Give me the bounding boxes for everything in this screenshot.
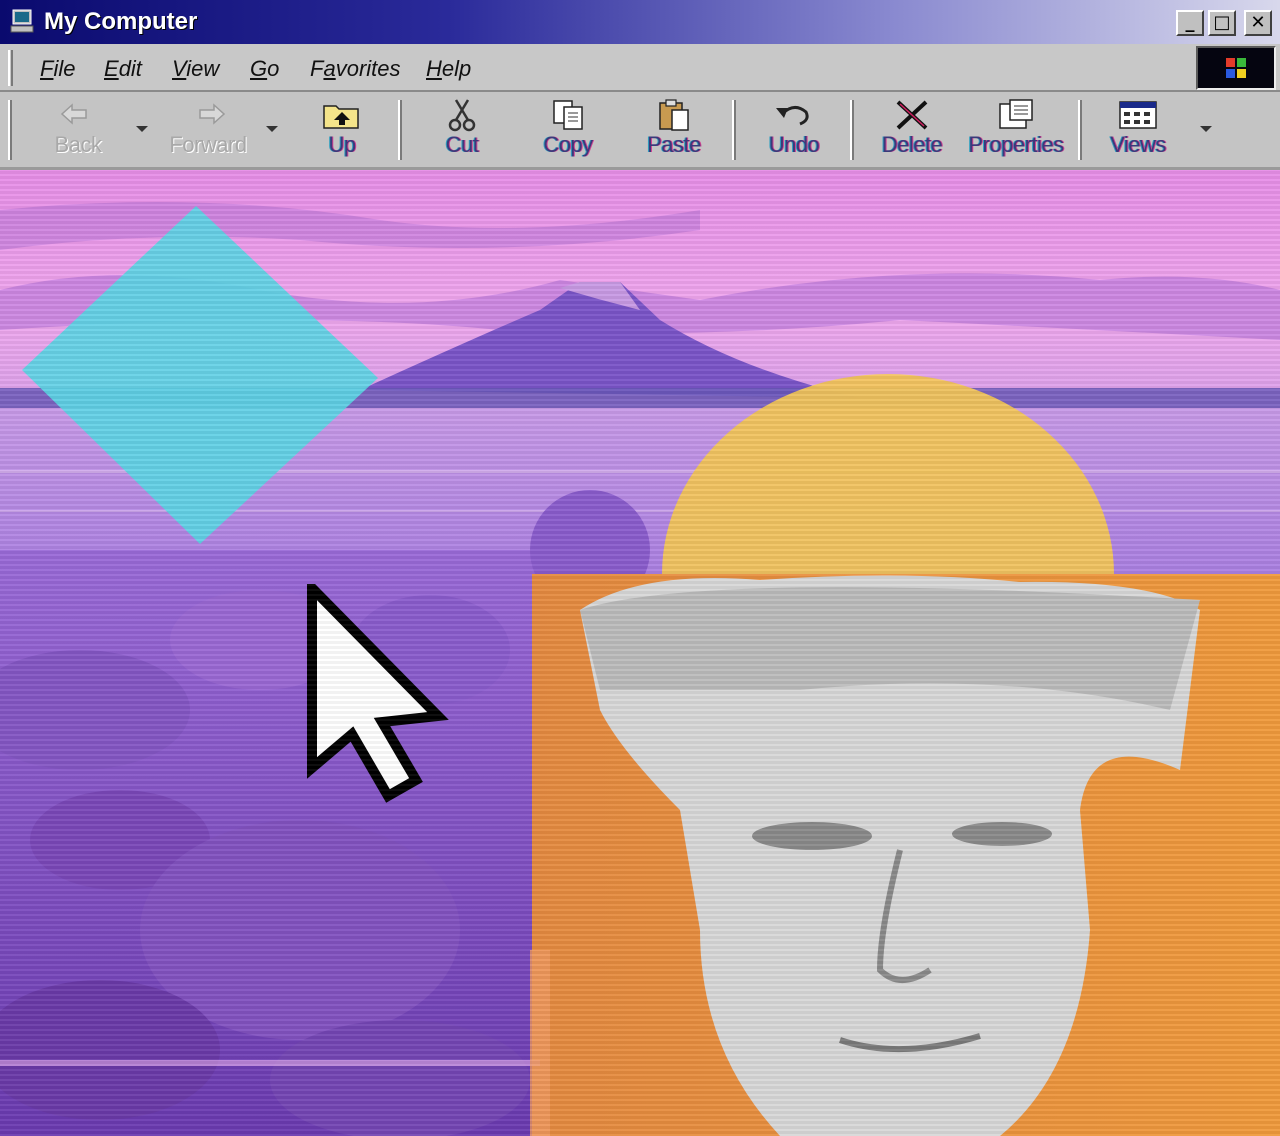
undo-label: Undo (768, 132, 820, 157)
toolbar-separator (1078, 100, 1082, 160)
maximize-button[interactable]: □ (1208, 10, 1236, 36)
computer-icon (10, 9, 34, 33)
menu-edit-rest: dit (118, 56, 142, 81)
forward-arrow-icon (199, 103, 226, 125)
views-button[interactable]: Views (1090, 98, 1186, 164)
menu-favorites[interactable]: Favorites (310, 56, 401, 82)
back-button[interactable]: Back (30, 98, 126, 164)
back-label: Back (54, 132, 102, 157)
maximize-icon: □ (1213, 12, 1231, 33)
cut-button[interactable]: Cut (414, 98, 510, 164)
forward-label: Forward (169, 132, 247, 157)
back-arrow-icon (60, 103, 87, 125)
scissors-icon (448, 99, 476, 132)
up-folder-icon (323, 105, 359, 129)
vaporwave-background (0, 170, 1280, 1136)
undo-icon (776, 106, 809, 126)
toolbar: Back Forward Up Cut Copy Paste Undo Dele… (0, 92, 1280, 170)
menu-go[interactable]: Go (250, 56, 279, 82)
menu-help-mnemonic: H (426, 56, 442, 81)
windows-logo-icon (1226, 58, 1246, 78)
undo-button[interactable]: Undo (746, 98, 842, 164)
up-label: Up (328, 132, 356, 157)
copy-button[interactable]: Copy (520, 98, 616, 164)
delete-x-icon (896, 100, 928, 130)
views-icon (1119, 101, 1157, 129)
menu-help-rest: elp (441, 56, 472, 81)
menu-view-mnemonic: V (172, 56, 187, 81)
menu-edit[interactable]: Edit (104, 56, 142, 82)
views-label: Views (1110, 132, 1166, 157)
menu-file-rest: ile (53, 56, 76, 81)
menu-view[interactable]: View (172, 56, 219, 82)
paste-label: Paste (647, 132, 701, 157)
properties-button[interactable]: Properties (968, 98, 1064, 164)
menu-favorites-mnemonic: a (323, 56, 336, 81)
toolbar-separator (398, 100, 402, 160)
menu-view-rest: iew (186, 56, 220, 81)
up-button[interactable]: Up (294, 98, 390, 164)
views-dropdown-icon[interactable] (1200, 126, 1212, 132)
delete-label: Delete (881, 132, 943, 157)
forward-dropdown-icon[interactable] (266, 126, 278, 132)
minimize-button[interactable]: _ (1176, 10, 1204, 36)
minimize-icon: _ (1185, 12, 1195, 33)
copy-label: Copy (543, 132, 593, 157)
close-icon: ✕ (1250, 12, 1266, 33)
content-area (0, 170, 1280, 1136)
window-title: My Computer (44, 8, 198, 35)
menu-favorites-pre: F (310, 56, 324, 81)
menu-favorites-rest: vorites (335, 56, 401, 81)
back-dropdown-icon[interactable] (136, 126, 148, 132)
delete-button[interactable]: Delete (864, 98, 960, 164)
menu-bar: File Edit View Go Favorites Help (0, 44, 1280, 92)
menu-go-mnemonic: G (250, 56, 268, 81)
toolbar-separator (850, 100, 854, 160)
mouse-pointer-icon (307, 584, 449, 803)
paste-button[interactable]: Paste (626, 98, 722, 164)
paste-icon (659, 99, 689, 131)
cut-label: Cut (445, 132, 479, 157)
close-button[interactable]: ✕ (1244, 10, 1272, 36)
throbber (1196, 46, 1276, 90)
menu-file-mnemonic: F (40, 56, 54, 81)
copy-icon (553, 100, 583, 130)
menu-grip[interactable] (8, 50, 13, 86)
forward-button[interactable]: Forward (160, 98, 256, 164)
menu-file[interactable]: File (40, 56, 75, 82)
properties-icon (999, 99, 1033, 129)
properties-label: Properties (968, 132, 1064, 157)
menu-help[interactable]: Help (426, 56, 471, 82)
title-bar: My Computer _ □ ✕ (0, 0, 1280, 44)
menu-edit-mnemonic: E (104, 56, 119, 81)
menu-go-rest: o (267, 56, 280, 81)
toolbar-grip[interactable] (8, 100, 12, 160)
toolbar-separator (732, 100, 736, 160)
